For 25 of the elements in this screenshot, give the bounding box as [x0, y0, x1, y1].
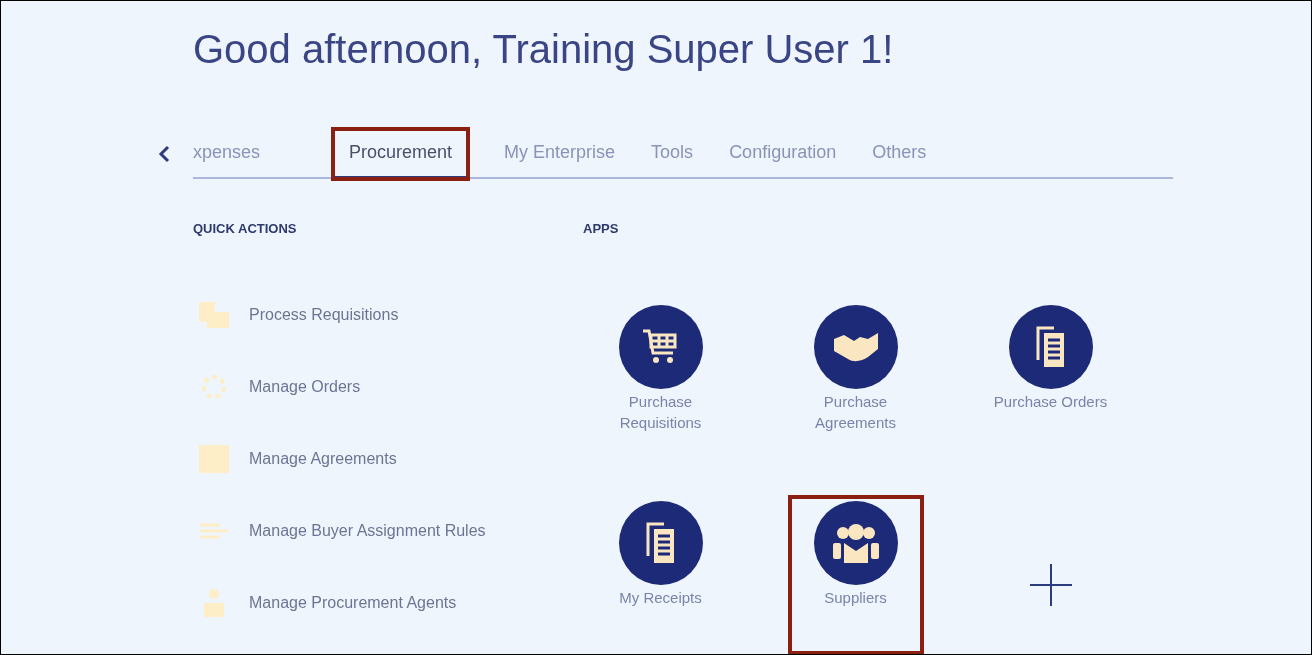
grid-icon — [198, 443, 230, 474]
tab[interactable]: Others — [872, 129, 927, 179]
tab[interactable]: xpenses — [193, 129, 261, 179]
tab[interactable]: My Enterprise — [504, 129, 616, 179]
quick-action-link[interactable]: Manage Procurement Agents — [193, 588, 583, 617]
tab[interactable]: Procurement — [333, 129, 469, 179]
section-heading: APPS — [583, 220, 620, 238]
section-heading: QUICK ACTIONS — [193, 220, 298, 238]
greeting-title: Good afternoon, Training Super User 1! — [193, 26, 895, 73]
quick-action-link[interactable]: Process Requisitions — [193, 300, 583, 329]
stack-icon — [197, 299, 231, 330]
quick-action-link[interactable]: Manage Orders — [193, 372, 583, 401]
tab[interactable]: Tools — [651, 129, 694, 179]
quick-action-link[interactable]: Manage Buyer Assignment Rules — [193, 516, 583, 545]
app-tile[interactable]: Purchase Requisitions — [594, 300, 727, 457]
ring-icon — [200, 372, 228, 401]
app-tile[interactable]: Suppliers — [789, 496, 922, 653]
app-tile[interactable]: Purchase Orders — [984, 300, 1117, 457]
people-icon — [830, 522, 881, 563]
quick-action-link[interactable]: Manage Agreements — [193, 444, 583, 473]
app-tile[interactable]: Purchase Agreements — [789, 300, 922, 457]
app-tile[interactable]: My Receipts — [594, 496, 727, 653]
person-icon — [201, 586, 227, 619]
tab[interactable]: Configuration — [729, 129, 837, 179]
add-icon[interactable] — [1029, 563, 1072, 606]
